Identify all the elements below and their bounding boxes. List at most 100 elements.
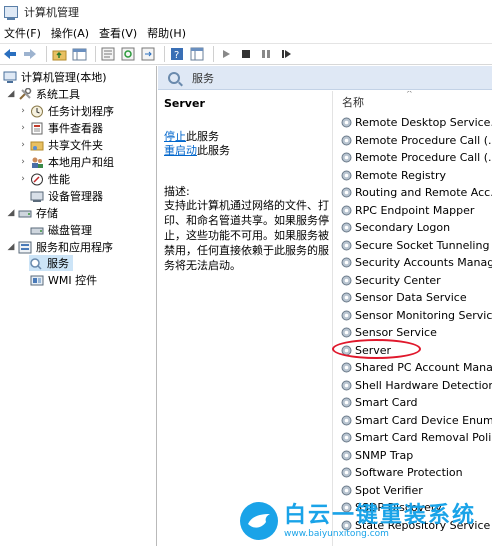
restart-icon[interactable] — [278, 46, 294, 62]
tree-label: 本地用户和组 — [48, 156, 114, 169]
service-description: 支持此计算机通过网络的文件、打印、和命名管道共享。如果服务停止，这些功能不可用。… — [164, 199, 329, 272]
service-detail-pane: Server 停止此服务 重启动此服务 描述: 支持此计算机通过网络的文件、打印… — [158, 91, 333, 546]
toolbar-separator — [46, 46, 47, 62]
service-row[interactable]: Remote Registry — [340, 167, 446, 184]
tools-icon — [18, 87, 32, 101]
tree-item-storage[interactable]: ◢ 存储 — [6, 205, 58, 221]
wmi-icon — [30, 274, 44, 287]
service-name: Routing and Remote Acc... — [355, 186, 492, 199]
tree-item-disk-management[interactable]: 磁盘管理 — [30, 222, 92, 238]
gear-icon — [340, 484, 353, 497]
service-row[interactable]: Software Protection — [340, 464, 463, 481]
selected-service-name: Server — [164, 97, 205, 110]
service-name: Remote Procedure Call (... — [355, 133, 492, 147]
help-icon[interactable]: ? — [169, 46, 185, 62]
expand-arrow-icon[interactable]: › — [18, 174, 28, 184]
service-row[interactable]: Security Accounts Manag... — [340, 254, 492, 271]
gear-icon — [340, 291, 353, 304]
service-row[interactable]: SNMP Trap — [340, 447, 413, 464]
tree-item-local-users[interactable]: › 本地用户和组 — [18, 154, 114, 170]
properties-icon[interactable] — [100, 46, 116, 62]
stop-icon[interactable] — [238, 46, 254, 62]
services-apps-icon — [18, 241, 32, 254]
service-row[interactable]: Remote Desktop Service... — [340, 114, 492, 131]
service-row[interactable]: Sensor Data Service — [340, 289, 467, 306]
refresh-icon[interactable] — [120, 46, 136, 62]
toolbar-separator — [95, 46, 96, 62]
export-icon[interactable] — [140, 46, 156, 62]
tree-label: 任务计划程序 — [48, 105, 114, 118]
service-row[interactable]: Shell Hardware Detection — [340, 377, 492, 394]
expand-arrow-icon[interactable]: › — [18, 140, 28, 150]
expand-arrow-icon[interactable]: › — [18, 106, 28, 116]
tree-label: 计算机管理(本地) — [21, 71, 107, 84]
service-row[interactable]: Smart Card — [340, 394, 418, 411]
service-row[interactable]: Secondary Logon — [340, 219, 450, 236]
tree-item-computer-management[interactable]: 计算机管理(本地) — [3, 69, 107, 85]
show-tree-icon[interactable] — [71, 46, 87, 62]
pause-icon[interactable] — [258, 46, 274, 62]
service-row[interactable]: Secure Socket Tunneling ... — [340, 237, 492, 254]
gear-icon — [340, 466, 353, 479]
console-icon[interactable] — [189, 46, 205, 62]
collapse-arrow-icon[interactable]: ◢ — [6, 208, 16, 218]
up-folder-icon[interactable] — [51, 46, 67, 62]
service-name: SNMP Trap — [355, 448, 414, 462]
play-icon[interactable] — [218, 46, 234, 62]
bird-logo-icon — [240, 502, 278, 540]
tree-item-system-tools[interactable]: ◢ 系统工具 — [6, 86, 80, 102]
gear-icon — [340, 449, 353, 462]
tree-item-services[interactable]: 服务 — [29, 255, 73, 271]
service-row[interactable]: Remote Procedure Call (... — [340, 149, 492, 166]
event-viewer-icon — [30, 122, 44, 135]
collapse-arrow-icon[interactable]: ◢ — [6, 89, 16, 99]
forward-arrow-icon[interactable] — [22, 46, 38, 62]
service-row[interactable]: Sensor Monitoring Service — [340, 307, 492, 324]
gear-icon — [340, 431, 353, 444]
tree-item-event-viewer[interactable]: › 事件查看器 — [18, 120, 103, 136]
gear-icon — [340, 326, 353, 339]
column-header-name[interactable]: ^ 名称 — [334, 91, 492, 113]
service-name: Security Center — [355, 273, 441, 287]
toolbar-separator — [213, 46, 214, 62]
menu-help[interactable]: 帮助(H) — [147, 25, 186, 41]
menu-view[interactable]: 查看(V) — [99, 25, 137, 41]
gear-icon — [340, 204, 353, 217]
menu-file[interactable]: 文件(F) — [4, 25, 41, 41]
gear-icon — [340, 116, 353, 129]
gear-icon — [340, 239, 353, 252]
tree-item-services-apps[interactable]: ◢ 服务和应用程序 — [6, 239, 113, 255]
tree-item-shared-folders[interactable]: › 共享文件夹 — [18, 137, 103, 153]
tree-label: 事件查看器 — [48, 122, 103, 135]
tree-item-wmi[interactable]: WMI 控件 — [30, 272, 97, 288]
restart-service-link[interactable]: 重启动此服务 — [164, 142, 230, 158]
description-title: 描述: — [164, 185, 190, 198]
computer-management-icon — [4, 6, 18, 20]
tree-item-task-scheduler[interactable]: › 任务计划程序 — [18, 103, 114, 119]
gear-icon — [340, 134, 353, 147]
navigation-tree: 计算机管理(本地) ◢ 系统工具 › 任务计划程序 › 事件查看器 › 共享文件… — [0, 66, 157, 546]
tree-item-performance[interactable]: › 性能 — [18, 171, 70, 187]
service-row[interactable]: Security Center — [340, 272, 441, 289]
menu-action[interactable]: 操作(A) — [51, 25, 89, 41]
tree-item-device-manager[interactable]: 设备管理器 — [30, 188, 103, 204]
service-name: Smart Card Removal Poli... — [355, 431, 492, 444]
storage-icon — [18, 207, 32, 220]
service-row[interactable]: Routing and Remote Acc... — [340, 184, 492, 201]
restart-link-text[interactable]: 重启动 — [164, 144, 197, 157]
back-arrow-icon[interactable] — [2, 46, 18, 62]
service-row[interactable]: Remote Procedure Call (... — [340, 132, 492, 149]
gear-icon — [340, 221, 353, 234]
toolbar: ? — [0, 43, 492, 65]
tree-label: 服务和应用程序 — [36, 241, 113, 254]
menu-bar: 文件(F) 操作(A) 查看(V) 帮助(H) — [0, 24, 492, 42]
expand-arrow-icon[interactable]: › — [18, 157, 28, 167]
clock-icon — [30, 105, 44, 118]
service-row[interactable]: Smart Card Device Enum... — [340, 412, 492, 429]
service-row[interactable]: Smart Card Removal Poli... — [340, 429, 492, 446]
expand-arrow-icon[interactable]: › — [18, 123, 28, 133]
collapse-arrow-icon[interactable]: ◢ — [6, 242, 16, 252]
column-header-label: 名称 — [342, 96, 364, 109]
service-row[interactable]: RPC Endpoint Mapper — [340, 202, 474, 219]
service-row[interactable]: Shared PC Account Mana... — [340, 359, 492, 376]
